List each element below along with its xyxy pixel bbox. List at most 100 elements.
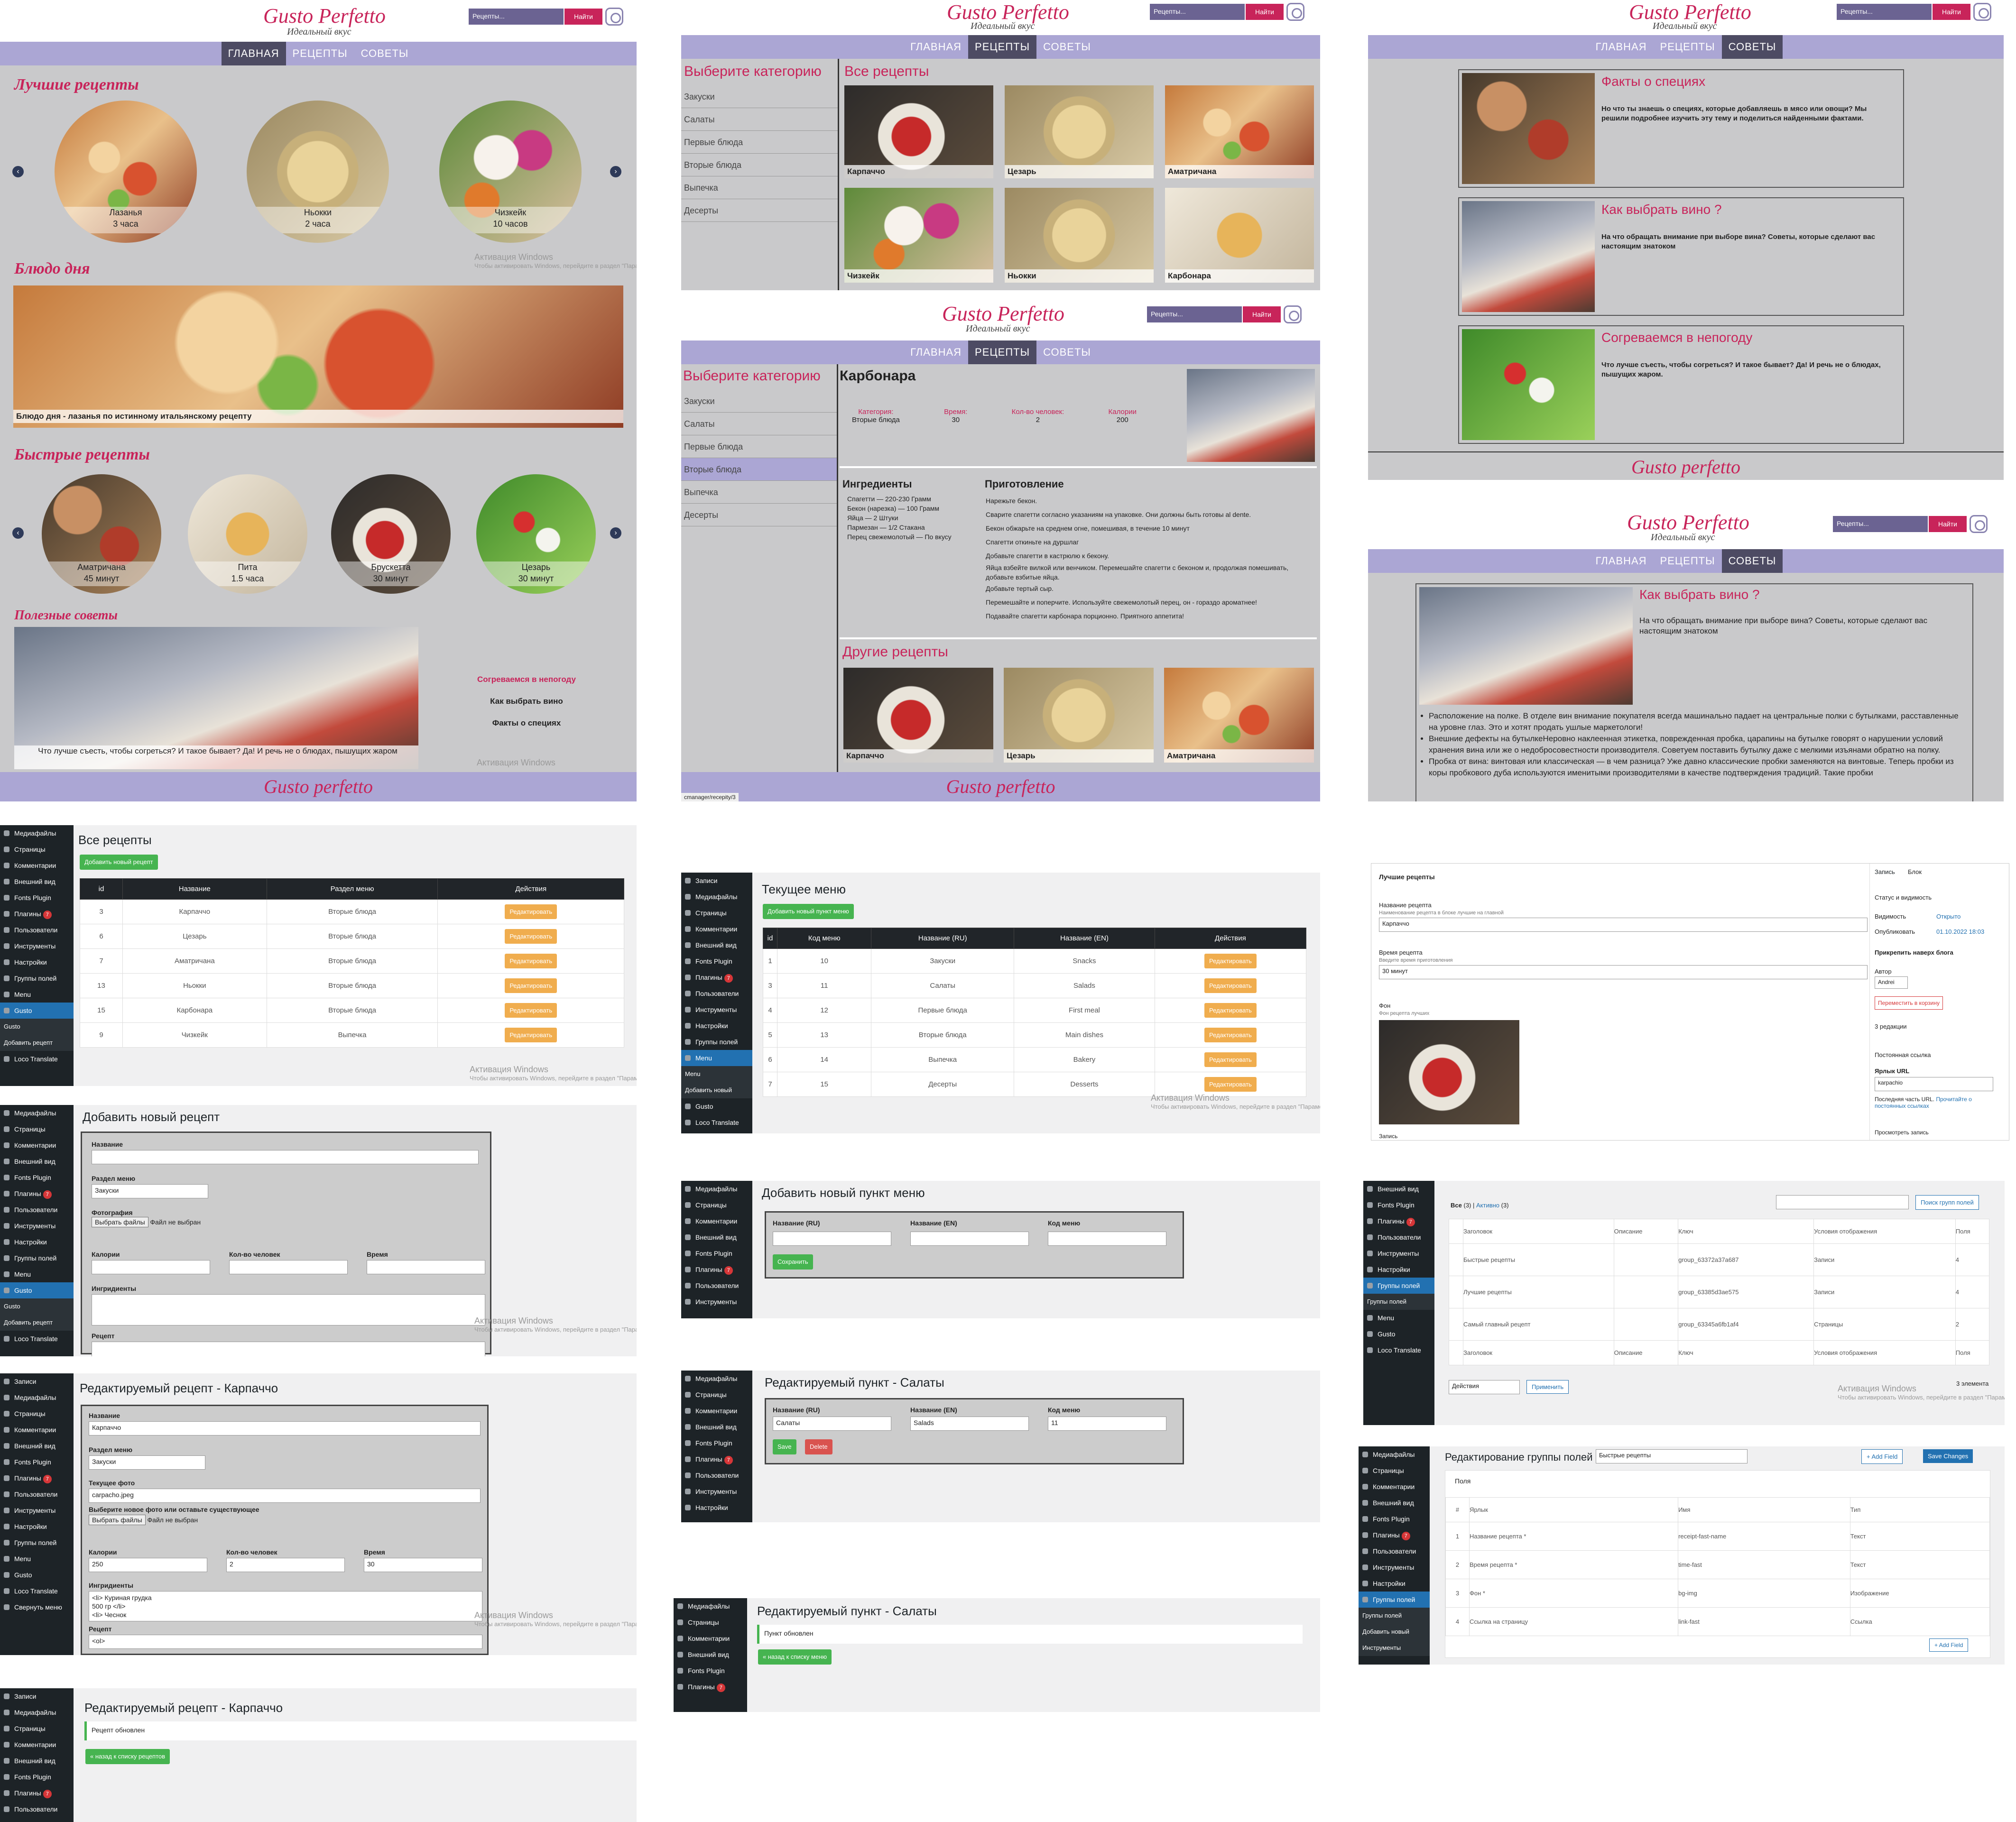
search-button[interactable]: Найти (564, 9, 602, 25)
nav-home[interactable]: ГЛАВНАЯ (221, 42, 286, 65)
fast-recipes-title: Быстрые рецепты (14, 446, 150, 463)
carousel-prev-icon[interactable]: ‹ (12, 166, 24, 177)
recipe-tile[interactable]: Аматричана (1164, 668, 1314, 763)
nav-recipes[interactable]: РЕЦЕПТЫ (286, 42, 354, 65)
code-field[interactable] (1048, 1232, 1166, 1246)
search-button[interactable]: Найти (1246, 4, 1284, 20)
page-title: Все рецепты (78, 833, 152, 847)
add-field-button[interactable]: + Add Field (1929, 1638, 1969, 1652)
back-button[interactable]: « назад к списку меню (758, 1649, 832, 1665)
site-header: Gusto Perfetto Идеальный вкус Рецепты...… (681, 0, 1320, 35)
tip-link[interactable]: Согреваемся в непогоду (465, 669, 588, 690)
best-recipe-card[interactable]: Ньокки 2 часа (247, 101, 389, 243)
tips-links: Согреваемся в непогоду Как выбрать вино … (465, 669, 588, 734)
recipe-tile[interactable]: Цезарь (1005, 85, 1154, 178)
main-nav: ГЛАВНАЯ РЕЦЕПТЫ СОВЕТЫ (0, 42, 637, 65)
best-recipe-card[interactable]: Лазанья 3 часа (55, 101, 197, 243)
instagram-icon[interactable] (1284, 305, 1302, 323)
filter-links[interactable]: Все (3) | Активно (3) (1451, 1202, 1509, 1209)
time-field[interactable] (367, 1260, 485, 1274)
bulk-actions-select[interactable]: Действия (1449, 1380, 1520, 1394)
search-input[interactable]: Рецепты... (469, 9, 564, 25)
best-recipe-card[interactable]: Чизкейк 10 часов (439, 101, 582, 243)
block-editor: Лучшие рецепты Название рецепта Наименов… (1371, 863, 2009, 1141)
field-groups-table: Заголовок Описание Ключ Условия отображения… (1449, 1219, 1990, 1365)
pin-checkbox[interactable]: Прикрепить наверх блога (1875, 949, 1979, 956)
search-input[interactable] (1776, 1195, 1909, 1209)
instagram-icon[interactable] (1970, 515, 1988, 533)
recipe-tile[interactable]: Карбонара (1165, 188, 1314, 283)
instagram-icon[interactable] (1286, 3, 1304, 21)
table-row: 9 Чизкейк Выпечка Редактировать (80, 1022, 624, 1048)
recipe-name: Лазанья (109, 208, 142, 217)
recipe-tile[interactable]: Карпаччо (843, 668, 993, 763)
fast-recipe-card[interactable]: Брускетта 30 минут (331, 474, 451, 594)
site-footer: Gusto perfetto (681, 772, 1320, 801)
best-recipes-title: Лучшие рецепты (14, 76, 139, 93)
fast-recipe-card[interactable]: Цезарь 30 минут (476, 474, 596, 594)
recipe-tile[interactable]: Ньокки (1005, 188, 1154, 283)
tip-banner[interactable]: Что лучше съесть, чтобы согреться? И так… (14, 627, 418, 769)
instagram-icon[interactable] (1973, 3, 1991, 21)
tab-block[interactable]: Блок (1908, 868, 1922, 875)
recipe-field[interactable] (92, 1342, 485, 1356)
recipe-time-field[interactable]: 30 минут (1379, 965, 1868, 979)
author-select[interactable]: Andrei (1875, 976, 1908, 989)
name-ru-field[interactable] (773, 1232, 891, 1246)
delete-button[interactable]: Delete (805, 1439, 832, 1454)
add-menu-button[interactable]: Добавить новый пункт меню (763, 904, 854, 919)
success-notice: Рецепт обновлен (84, 1721, 637, 1740)
apply-button[interactable]: Применить (1526, 1380, 1569, 1394)
people-field[interactable] (229, 1260, 348, 1274)
save-changes-button[interactable]: Save Changes (1923, 1449, 1973, 1463)
nav-tips[interactable]: СОВЕТЫ (354, 42, 416, 65)
admin-sidebar: Медиафайлы Страницы Комментарии Внешний вид… (0, 825, 74, 1086)
trash-button[interactable]: Переместить в корзину (1875, 996, 1943, 1010)
recipe-tile[interactable]: Аматричана (1165, 85, 1314, 178)
tip-card[interactable]: Как выбрать вино ? На что обращать внима… (1458, 197, 1904, 316)
section-select[interactable]: Закуски (92, 1184, 208, 1198)
add-recipe-button[interactable]: Добавить новый рецепт (80, 855, 158, 870)
tip-card[interactable]: Факты о специях Но что ты знаешь о специ… (1458, 69, 1904, 188)
carousel-prev-icon[interactable]: ‹ (12, 527, 24, 539)
recipe-tile[interactable]: Цезарь (1004, 668, 1154, 763)
tab-post[interactable]: Запись (1875, 868, 1895, 875)
table-row: 6 Цезарь Вторые блюда Редактировать (80, 924, 624, 949)
add-recipe-form: Название Раздел меню Закуски Фотография … (81, 1132, 491, 1356)
carousel-next-icon[interactable]: › (610, 166, 621, 177)
settings-sidebar: Запись Блок Статус и видимость Видимость… (1869, 864, 2009, 1140)
recipe-time: 3 часа (113, 219, 139, 229)
instagram-icon[interactable] (605, 8, 623, 26)
add-field-button[interactable]: + Add Field (1861, 1449, 1903, 1464)
calories-field[interactable] (92, 1260, 210, 1274)
all-recipes-title: Все рецепты (844, 64, 929, 79)
recipes-table: id Название Раздел меню Действия 3 Карпаччо В… (80, 878, 624, 1048)
ingredients-field[interactable] (92, 1294, 485, 1325)
dish-of-day-banner[interactable]: Блюдо дня - лазанья по истинному итальян… (13, 285, 623, 428)
recipe-name-field[interactable]: Карпаччо (1379, 918, 1868, 932)
file-picker[interactable]: Выбрать файлы Файл не выбран (92, 1217, 201, 1227)
carousel-next-icon[interactable]: › (610, 527, 621, 539)
tip-link[interactable]: Как выбрать вино (465, 690, 588, 712)
fast-recipe-card[interactable]: Аматричана 45 минут (42, 474, 161, 594)
recipe-tile[interactable]: Карпаччо (844, 85, 993, 178)
fast-recipe-card[interactable]: Пита 1.5 часа (188, 474, 307, 594)
slug-field[interactable]: karpachio (1875, 1077, 1993, 1091)
site-logo[interactable]: Gusto Perfetto (263, 4, 386, 28)
back-button[interactable]: « назад к списку рецептов (85, 1749, 170, 1764)
recipe-tile[interactable]: Чизкейк (844, 188, 993, 283)
save-button[interactable]: Сохранить (773, 1254, 813, 1270)
name-en-field[interactable] (910, 1232, 1029, 1246)
admin-menu-list: Записи Медиафайлы Страницы Комментарии Внешн… (681, 873, 1320, 1133)
tip-card[interactable]: Согреваемся в непогоду Что лучше съесть,… (1458, 325, 1904, 444)
group-name-field[interactable]: Быстрые рецепты (1596, 1449, 1748, 1463)
dish-of-day-title: Блюдо дня (14, 260, 90, 277)
search-groups-button[interactable]: Поиск групп полей (1915, 1195, 1979, 1210)
search-input[interactable]: Рецепты... (1150, 4, 1245, 20)
recipe-detail-page: Gusto Perfetto Идеальный вкус Рецепты...… (681, 298, 1320, 801)
save-button[interactable]: Save (773, 1439, 796, 1454)
category-list: Закуски Салаты Первые блюда Вторые блюда Вып… (681, 85, 838, 222)
name-field[interactable] (92, 1150, 479, 1164)
background-image[interactable] (1379, 1020, 1519, 1124)
tip-link[interactable]: Факты о специях (465, 712, 588, 734)
